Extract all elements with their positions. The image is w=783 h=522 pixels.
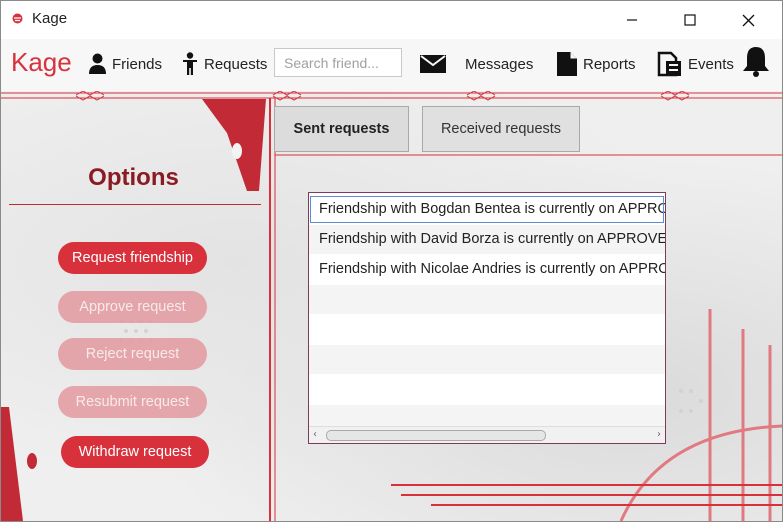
approve-request-button[interactable]: Approve request (58, 291, 207, 323)
empty-list-row (309, 345, 665, 374)
close-icon (742, 14, 754, 26)
minimize-button[interactable] (609, 7, 655, 33)
request-friendship-button[interactable]: Request friendship (58, 242, 207, 274)
nav-reports[interactable]: Reports (556, 49, 636, 79)
resubmit-request-button[interactable]: Resubmit request (58, 386, 207, 418)
requests-list[interactable]: Friendship with Bogdan Bentea is current… (308, 192, 666, 444)
bell-icon (743, 47, 769, 77)
scrollbar-thumb[interactable] (326, 430, 546, 441)
maximize-icon (684, 14, 696, 26)
person-icon (89, 53, 106, 74)
options-divider (9, 204, 261, 205)
maximize-button[interactable] (667, 7, 713, 33)
content-area: Options Request friendship Approve reque… (1, 91, 782, 521)
list-item[interactable]: Friendship with David Borza is currently… (309, 225, 665, 254)
nav-requests-label: Requests (204, 55, 268, 73)
nav-events[interactable]: Events (657, 49, 734, 79)
document-icon (557, 52, 577, 76)
nav-events-label: Events (688, 55, 734, 73)
minimize-icon (627, 19, 637, 21)
scroll-left-icon[interactable]: ‹ (313, 429, 317, 440)
person-standing-icon (183, 52, 197, 75)
window-title: Kage (32, 10, 68, 27)
search-friend-input[interactable] (274, 48, 402, 77)
nav-messages-icon-button[interactable] (419, 49, 447, 79)
nav-messages[interactable]: Messages (465, 49, 533, 79)
nav-friends-label: Friends (112, 55, 163, 73)
withdraw-request-button[interactable]: Withdraw request (61, 436, 209, 468)
options-title: Options (88, 164, 179, 191)
empty-list-row (309, 375, 665, 404)
list-item[interactable]: Friendship with Bogdan Bentea is current… (309, 195, 665, 224)
main-navbar: Kage Friends Requests Messages (1, 39, 782, 91)
empty-list-row (309, 285, 665, 314)
tab-sent-requests[interactable]: Sent requests (274, 106, 409, 152)
title-bar: Kage (1, 1, 782, 39)
nav-reports-label: Reports (583, 55, 636, 73)
app-window: Kage Kage Friends Requests Search friend… (0, 0, 783, 522)
notifications-button[interactable] (741, 46, 771, 77)
scroll-right-icon[interactable]: › (657, 429, 661, 440)
close-button[interactable] (725, 7, 771, 33)
tab-received-requests[interactable]: Received requests (422, 106, 580, 152)
list-item[interactable]: Friendship with Nicolae Andries is curre… (309, 255, 665, 284)
empty-list-row (309, 315, 665, 344)
nav-messages-label: Messages (465, 55, 534, 73)
envelope-icon (420, 55, 446, 73)
brand-logo: Kage (11, 47, 72, 77)
calendar-events-icon (657, 51, 681, 77)
app-logo-icon (12, 13, 23, 24)
nav-requests[interactable]: Requests (181, 49, 267, 79)
horizontal-scrollbar[interactable]: ‹ › (309, 426, 665, 443)
nav-friends[interactable]: Friends (88, 49, 162, 79)
reject-request-button[interactable]: Reject request (58, 338, 207, 370)
